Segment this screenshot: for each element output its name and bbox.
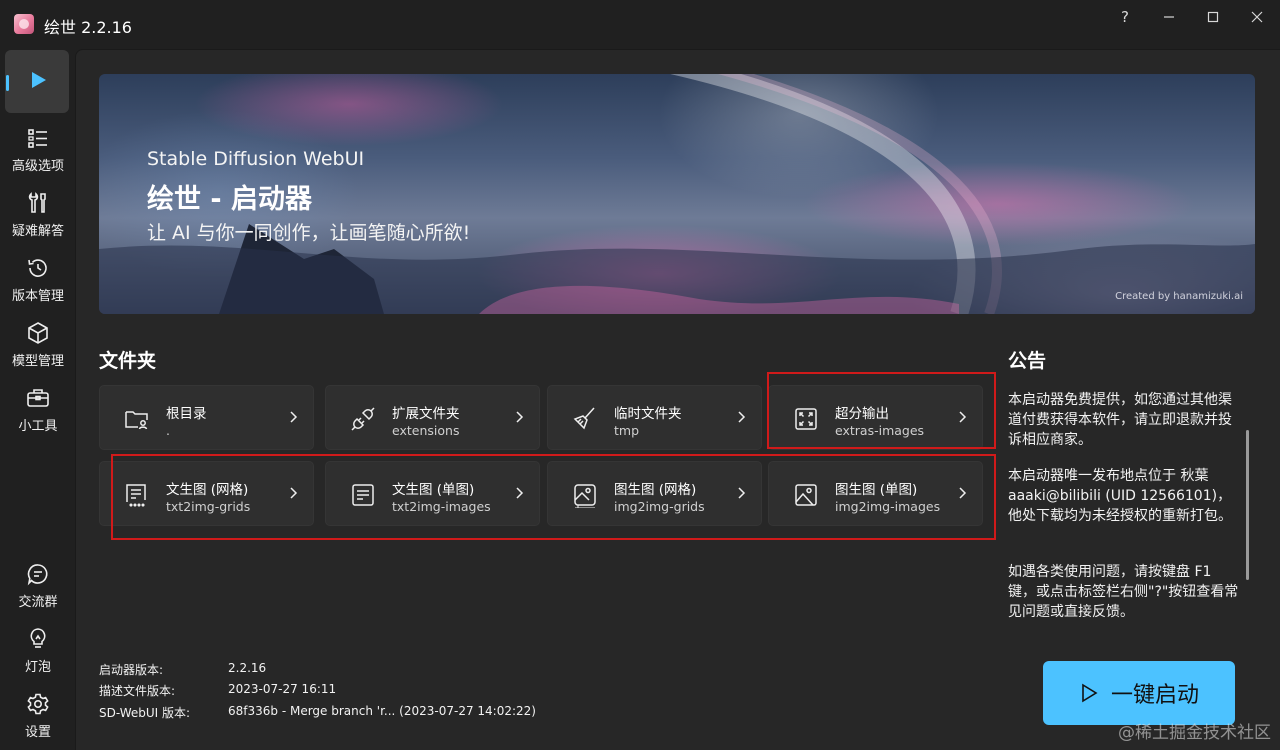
sidebar-item-label: 版本管理 (11, 289, 64, 304)
chevron-right-icon (290, 411, 298, 423)
sidebar-item-label: 交流群 (18, 595, 58, 610)
sidebar-item-lightbulb[interactable]: 灯泡 (5, 626, 71, 675)
notice-title: 公告 (1008, 350, 1047, 372)
chevron-right-icon (516, 411, 524, 423)
notice-paragraph: 本启动器唯一发布地点位于 秋葉aaaki@bilibili (UID 12566… (1008, 468, 1232, 524)
close-icon (1251, 11, 1263, 23)
close-button[interactable] (1237, 6, 1277, 28)
wrench-icon (25, 190, 51, 216)
sidebar-item-play[interactable] (5, 67, 71, 93)
chat-icon (25, 561, 51, 587)
hero-credit: Created by hanamizuki.ai (1115, 291, 1243, 302)
maximize-button[interactable] (1193, 6, 1233, 28)
play-icon (25, 67, 51, 93)
webui-version-value: 68f336b - Merge branch 'r... (2023-07-27… (228, 704, 536, 718)
sidebar-item-label: 灯泡 (24, 660, 51, 675)
cube-icon (25, 320, 51, 346)
sidebar-item-settings[interactable]: 设置 (5, 691, 71, 740)
play-outline-icon (1082, 683, 1098, 703)
minimize-button[interactable] (1149, 6, 1189, 28)
sidebar-item-label: 小工具 (18, 419, 58, 434)
notice-paragraph: 如遇各类使用问题，请按键盘 F1 键，或点击标签栏右侧"?"按钮查看常见问题或直… (1008, 564, 1239, 620)
profile-version-value: 2023-07-27 16:11 (228, 682, 337, 696)
card-title: 根目录 (166, 406, 207, 422)
card-title: 扩展文件夹 (392, 406, 460, 422)
sidebar-item-label: 高级选项 (11, 159, 64, 174)
minimize-icon (1164, 16, 1174, 18)
card-path: . (166, 423, 170, 438)
highlight-box-extras (767, 372, 996, 449)
hero-slogan: 让 AI 与你一同创作，让画笔随心所欲! (147, 222, 471, 244)
lightbulb-icon (25, 626, 51, 652)
highlight-box-image-folders (111, 454, 996, 540)
folder-user-icon (125, 411, 148, 430)
folder-card-root[interactable]: 根目录 . (99, 385, 314, 450)
sidebar-item-label: 疑难解答 (11, 224, 64, 239)
folder-card-tmp[interactable]: 临时文件夹 tmp (547, 385, 762, 450)
launch-button-label: 一键启动 (1110, 683, 1199, 708)
list-icon (25, 125, 51, 151)
notice-paragraph: 本启动器免费提供，如您通过其他渠道付费获得本软件，请立即退款并投诉相应商家。 (1008, 392, 1232, 448)
sidebar-item-versions[interactable]: 版本管理 (5, 255, 71, 304)
title-bar: 绘世 2.2.16 ? (0, 0, 1280, 48)
card-path: extensions (392, 423, 460, 438)
sidebar-item-advanced[interactable]: 高级选项 (5, 125, 71, 174)
sidebar-item-label: 模型管理 (11, 354, 64, 369)
hero-subtitle: Stable Diffusion WebUI (147, 148, 365, 170)
watermark: @稀土掘金技术社区 (1118, 723, 1271, 743)
sidebar-item-tools[interactable]: 小工具 (5, 385, 71, 434)
card-path: tmp (614, 423, 640, 438)
app-logo-icon (14, 14, 34, 34)
profile-version-label: 描述文件版本: (99, 684, 176, 698)
sidebar-item-models[interactable]: 模型管理 (5, 320, 71, 369)
notice-scrollbar[interactable] (1246, 430, 1249, 580)
hero-title: 绘世 - 启动器 (147, 184, 313, 215)
history-icon (25, 255, 51, 281)
hero-banner: Stable Diffusion WebUI 绘世 - 启动器 让 AI 与你一… (99, 74, 1255, 314)
webui-version-label: SD-WebUI 版本: (99, 706, 191, 720)
launch-button[interactable]: 一键启动 (1043, 661, 1235, 725)
sidebar-item-chat[interactable]: 交流群 (5, 561, 71, 610)
chevron-right-icon (738, 411, 746, 423)
sidebar: 高级选项 疑难解答 版本管理 模型管理 小工具 交流群 灯泡 设置 (0, 48, 76, 750)
sidebar-item-label: 设置 (24, 725, 51, 740)
help-button[interactable]: ? (1105, 6, 1145, 28)
card-title: 临时文件夹 (614, 406, 682, 422)
launcher-version-label: 启动器版本: (99, 663, 164, 677)
toolbox-icon (25, 385, 51, 411)
folder-card-extensions[interactable]: 扩展文件夹 extensions (325, 385, 540, 450)
plug-icon (351, 407, 375, 431)
launcher-version-value: 2.2.16 (228, 661, 267, 675)
sidebar-item-troubleshoot[interactable]: 疑难解答 (5, 190, 71, 239)
main-panel: Stable Diffusion WebUI 绘世 - 启动器 让 AI 与你一… (75, 49, 1280, 750)
maximize-icon (1207, 11, 1219, 23)
broom-icon (573, 407, 595, 430)
gear-icon (25, 691, 51, 717)
folders-title: 文件夹 (99, 350, 157, 372)
window-title: 绘世 2.2.16 (44, 18, 132, 37)
